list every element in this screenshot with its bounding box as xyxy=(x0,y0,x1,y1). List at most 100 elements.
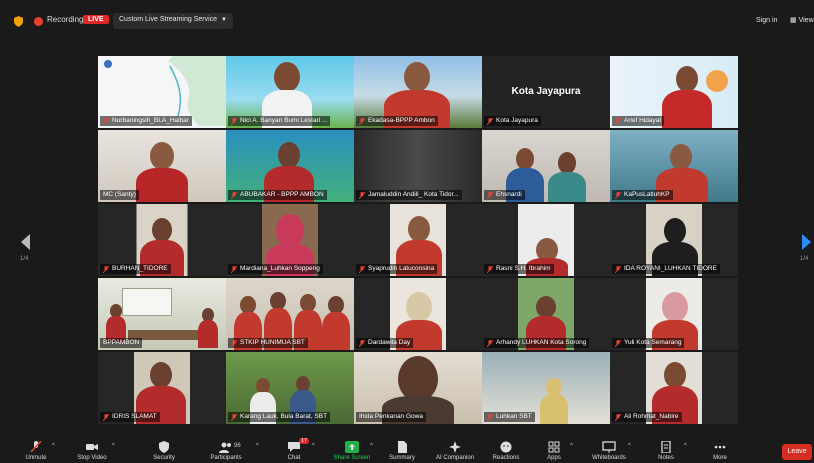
participant-name: MC (Santy) xyxy=(103,191,136,198)
view-button[interactable]: ▦ View xyxy=(790,16,814,24)
notes-button[interactable]: Notes xyxy=(644,441,688,461)
participants-button[interactable]: 96 Participants xyxy=(204,441,248,461)
video-tile[interactable]: ABUBAKAR - BPPP AMBON xyxy=(226,130,354,202)
participant-name: Kota Jayapura xyxy=(496,117,538,124)
apps-icon xyxy=(548,441,560,453)
participant-name: Nurbaningsih_BLA_Halbar xyxy=(112,117,189,124)
smiley-icon xyxy=(500,441,512,453)
video-tile[interactable]: STKIP HUNIMUA SBT xyxy=(226,278,354,350)
reactions-button[interactable]: Reactions xyxy=(484,441,528,461)
chat-options-caret-icon[interactable]: ^ xyxy=(312,443,315,449)
video-tile[interactable]: Ali Rohmat_Nabire xyxy=(610,352,738,424)
participant-name: Ehsnardi xyxy=(496,191,522,198)
recording-label: Recording xyxy=(47,15,84,24)
stop-video-label: Stop Video xyxy=(77,455,107,461)
mic-muted-icon xyxy=(30,441,42,453)
video-tile[interactable]: Ehsnardi xyxy=(482,130,610,202)
participant-nameplate: IDA ROYANI_LUHKAN TIDORE xyxy=(612,264,720,274)
participant-name: Arief Hidayat xyxy=(624,117,662,124)
video-tile[interactable]: Yuli Kota Semarang xyxy=(610,278,738,350)
share-screen-button[interactable]: Share Screen xyxy=(328,441,376,461)
video-tile[interactable]: Rasni S.H. Ibrahim xyxy=(482,204,610,276)
participant-name: KaPusLatluhKP xyxy=(624,191,670,198)
mic-muted-icon xyxy=(231,117,237,125)
mic-muted-icon xyxy=(359,191,365,199)
apps-options-caret-icon[interactable]: ^ xyxy=(570,443,573,449)
video-tile[interactable]: KaPusLatluhKP xyxy=(610,130,738,202)
participant-display-name: Kota Jayapura xyxy=(511,86,581,97)
summary-button[interactable]: Summary xyxy=(380,441,424,461)
meeting-toolbar: Unmute ^ Stop Video ^ Security 96 Partic… xyxy=(0,437,814,463)
participant-nameplate: Ehsnardi xyxy=(484,190,525,200)
participant-nameplate: ABUBAKAR - BPPP AMBON xyxy=(228,190,327,200)
video-tile-active-speaker[interactable]: BPPAMBON xyxy=(98,278,226,350)
participant-name: Syaprudin Latuconsina xyxy=(368,265,435,272)
participants-options-caret-icon[interactable]: ^ xyxy=(256,443,259,449)
video-camera-icon xyxy=(86,444,98,450)
video-tile[interactable]: Dardawila Day xyxy=(354,278,482,350)
mic-muted-icon xyxy=(359,339,365,347)
notes-options-caret-icon[interactable]: ^ xyxy=(684,443,687,449)
video-tile[interactable]: MC (Santy) xyxy=(98,130,226,202)
participant-name: Dardawila Day xyxy=(368,339,411,346)
mic-muted-icon xyxy=(231,339,237,347)
video-tile[interactable]: Arhandy LUHKAN Kota Sorong xyxy=(482,278,610,350)
whiteboards-options-caret-icon[interactable]: ^ xyxy=(628,443,631,449)
video-tile[interactable]: Ihida Penkanan Gowa xyxy=(354,352,482,424)
chat-button[interactable]: 17 Chat xyxy=(272,438,316,461)
participant-nameplate: Dardawila Day xyxy=(356,338,414,348)
participant-name: Ihida Penkanan Gowa xyxy=(359,413,423,420)
mic-muted-icon xyxy=(487,117,493,125)
share-screen-icon xyxy=(345,441,359,453)
chevron-down-icon: ▼ xyxy=(221,17,227,23)
stop-video-button[interactable]: Stop Video xyxy=(70,441,114,461)
participant-nameplate: STKIP HUNIMUA SBT xyxy=(228,338,308,348)
recording-icon xyxy=(34,17,43,26)
next-page-icon[interactable] xyxy=(800,232,814,252)
video-tile[interactable]: IDA ROYANI_LUHKAN TIDORE xyxy=(610,204,738,276)
more-button[interactable]: More xyxy=(698,441,742,461)
audio-options-caret-icon[interactable]: ^ xyxy=(52,443,55,449)
ai-companion-button[interactable]: AI Companion xyxy=(430,441,480,461)
mic-muted-icon xyxy=(487,191,493,199)
video-tile[interactable]: Syaprudin Latuconsina xyxy=(354,204,482,276)
participant-name: BURHAN_TIDORE xyxy=(112,265,168,272)
participant-name: Nici A. Banyan Bumi Lestari ... xyxy=(240,117,328,124)
participant-nameplate: Arhandy LUHKAN Kota Sorong xyxy=(484,338,590,348)
live-badge: LIVE xyxy=(83,15,109,24)
video-tile[interactable]: Jamaluddin Andili_ Kota Tidor... xyxy=(354,130,482,202)
video-tile[interactable]: Nurbaningsih_BLA_Halbar xyxy=(98,56,226,128)
video-tile[interactable]: Nici A. Banyan Bumi Lestari ... xyxy=(226,56,354,128)
sign-in-link[interactable]: Sign in xyxy=(756,17,777,24)
video-tile[interactable]: BURHAN_TIDORE xyxy=(98,204,226,276)
video-tile[interactable]: Ekadasa-BPPP Ambon xyxy=(354,56,482,128)
video-tile[interactable]: Mardiana_Luhkan Soppeng xyxy=(226,204,354,276)
video-tile[interactable]: Arief Hidayat xyxy=(610,56,738,128)
participant-nameplate: Karang Lauk, Bula Barat, SBT xyxy=(228,412,331,422)
participant-name: IDA ROYANI_LUHKAN TIDORE xyxy=(624,265,717,272)
streaming-service-menu[interactable]: Custom Live Streaming Service ▼ xyxy=(113,13,233,29)
mic-muted-icon xyxy=(359,265,365,273)
previous-page-icon[interactable] xyxy=(18,232,32,252)
chat-unread-badge: 17 xyxy=(299,438,310,444)
whiteboards-button[interactable]: Whiteboards xyxy=(584,441,634,461)
mic-muted-icon xyxy=(615,339,621,347)
mic-muted-icon xyxy=(231,265,237,273)
video-tile[interactable]: Kota Jayapura Kota Jayapura xyxy=(482,56,610,128)
mic-muted-icon xyxy=(359,117,365,125)
video-tile[interactable]: IDRIS SLAMAT xyxy=(98,352,226,424)
participant-name: Mardiana_Luhkan Soppeng xyxy=(240,265,320,272)
leave-button[interactable]: Leave xyxy=(782,444,812,460)
security-button[interactable]: Security xyxy=(142,441,186,461)
shield-icon[interactable] xyxy=(14,16,23,27)
participant-nameplate: MC (Santy) xyxy=(100,190,139,200)
video-tile[interactable]: Karang Lauk, Bula Barat, SBT xyxy=(226,352,354,424)
mic-muted-icon xyxy=(615,117,621,125)
share-options-caret-icon[interactable]: ^ xyxy=(370,443,373,449)
security-label: Security xyxy=(153,455,175,461)
participant-name: ABUBAKAR - BPPP AMBON xyxy=(240,191,324,198)
mic-muted-icon xyxy=(103,265,109,273)
more-label: More xyxy=(713,455,727,461)
video-options-caret-icon[interactable]: ^ xyxy=(112,443,115,449)
video-tile[interactable]: Luhkan SBT xyxy=(482,352,610,424)
